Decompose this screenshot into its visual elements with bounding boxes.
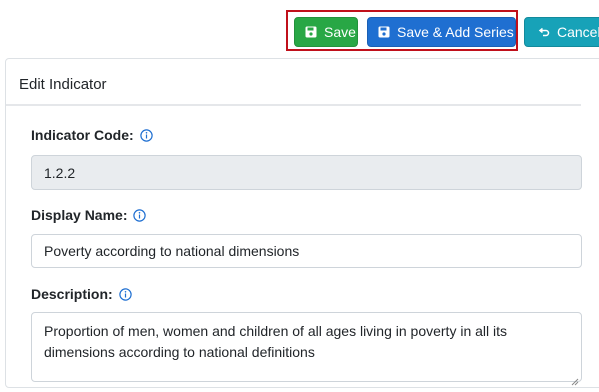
save-and-add-series-label: Save & Add Series bbox=[397, 24, 514, 40]
display-name-label-text: Display Name: bbox=[31, 207, 128, 223]
display-name-input[interactable]: Poverty according to national dimensions bbox=[31, 234, 582, 268]
display-name-label: Display Name: bbox=[31, 207, 147, 223]
cancel-button[interactable]: Cancel bbox=[524, 17, 599, 47]
info-icon[interactable] bbox=[118, 287, 132, 301]
info-icon[interactable] bbox=[139, 128, 153, 142]
card-title: Edit Indicator bbox=[19, 76, 107, 93]
floppy-disk-icon bbox=[378, 26, 390, 38]
description-label: Description: bbox=[31, 286, 132, 302]
save-button[interactable]: Save bbox=[294, 17, 358, 47]
resize-grip-icon[interactable] bbox=[571, 371, 579, 386]
description-textarea[interactable]: Proportion of men, women and children of… bbox=[31, 312, 582, 386]
save-and-add-series-button[interactable]: Save & Add Series bbox=[367, 17, 516, 47]
edit-indicator-card: Edit Indicator Indicator Code: 1.2.2 Dis… bbox=[5, 58, 599, 388]
indicator-code-label: Indicator Code: bbox=[31, 127, 153, 143]
cancel-button-label: Cancel bbox=[557, 24, 599, 40]
undo-arrow-icon bbox=[538, 26, 550, 38]
toolbar: Save Save & Add Series Cancel bbox=[0, 0, 599, 58]
indicator-code-field[interactable]: 1.2.2 bbox=[31, 155, 582, 190]
description-label-text: Description: bbox=[31, 286, 113, 302]
description-text: Proportion of men, women and children of… bbox=[44, 323, 508, 360]
info-icon[interactable] bbox=[133, 208, 147, 222]
card-divider bbox=[6, 104, 581, 106]
save-button-label: Save bbox=[324, 24, 356, 40]
floppy-disk-icon bbox=[305, 26, 317, 38]
indicator-code-label-text: Indicator Code: bbox=[31, 127, 134, 143]
